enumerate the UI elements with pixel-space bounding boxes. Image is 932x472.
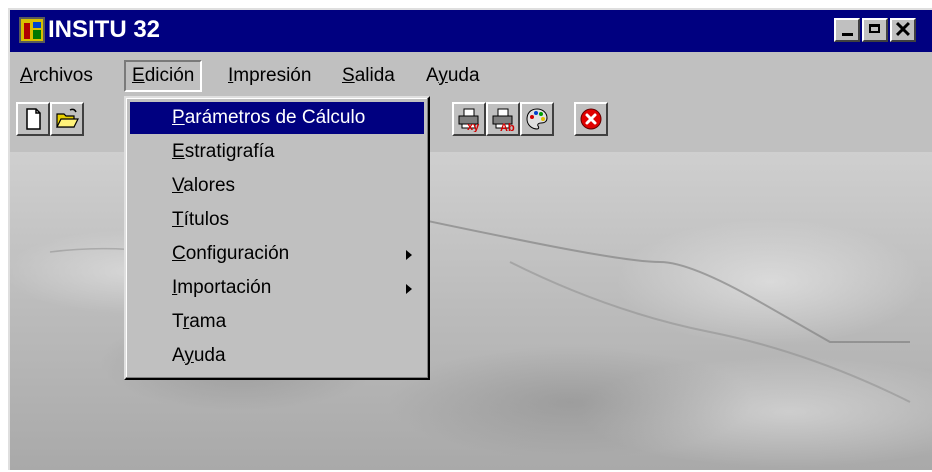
print-ab-button[interactable]: Ab (486, 102, 520, 136)
maximize-button[interactable] (862, 18, 888, 42)
menu-item-valores[interactable]: Valores (130, 170, 424, 202)
menu-item-parametros-de-calculo[interactable]: Parámetros de Cálculo (130, 102, 424, 134)
menu-item-trama[interactable]: Trama (130, 306, 424, 338)
window-title: INSITU 32 (48, 16, 161, 43)
minimize-button[interactable] (834, 18, 860, 42)
menu-salida[interactable]: Salida (336, 60, 401, 92)
print-xy-button[interactable]: xy (452, 102, 486, 136)
title-bar[interactable]: INSITU 32 ✕ (10, 10, 932, 52)
menu-impresion[interactable]: Impresión (222, 60, 317, 92)
palette-icon (526, 108, 548, 130)
menu-item-configuracion[interactable]: Configuración (130, 238, 424, 270)
menu-archivos[interactable]: Archivos (14, 60, 99, 92)
submenu-arrow-icon (406, 250, 412, 260)
app-window: INSITU 32 ✕ Archivos Edición Impresión S… (8, 8, 932, 470)
minimize-icon (836, 20, 858, 40)
menu-item-estratigrafia[interactable]: Estratigrafía (130, 136, 424, 168)
exit-button[interactable] (574, 102, 608, 136)
menu-bar: Archivos Edición Impresión Salida Ayuda (10, 56, 932, 96)
close-button[interactable]: ✕ (890, 18, 916, 42)
exit-icon (580, 108, 602, 130)
palette-button[interactable] (520, 102, 554, 136)
submenu-arrow-icon (406, 284, 412, 294)
menu-ayuda[interactable]: Ayuda (420, 60, 486, 92)
menu-item-importacion[interactable]: Importación (130, 272, 424, 304)
edicion-dropdown-menu: Parámetros de Cálculo Estratigrafía Valo… (124, 96, 430, 380)
app-icon[interactable] (19, 17, 45, 43)
open-folder-icon (56, 108, 79, 128)
print-xy-icon: xy (458, 108, 480, 132)
menu-item-ayuda[interactable]: Ayuda (130, 340, 424, 372)
open-button[interactable] (50, 102, 84, 136)
menu-item-titulos[interactable]: Títulos (130, 204, 424, 236)
print-ab-icon: Ab (492, 108, 515, 132)
new-document-icon (26, 108, 41, 130)
close-icon: ✕ (893, 17, 913, 42)
svg-text:Ab: Ab (500, 122, 515, 132)
new-document-button[interactable] (16, 102, 50, 136)
menu-archivos-rest: rchivos (32, 65, 93, 86)
maximize-icon (864, 20, 886, 40)
svg-text:xy: xy (467, 121, 480, 132)
menu-edicion[interactable]: Edición (124, 60, 203, 92)
